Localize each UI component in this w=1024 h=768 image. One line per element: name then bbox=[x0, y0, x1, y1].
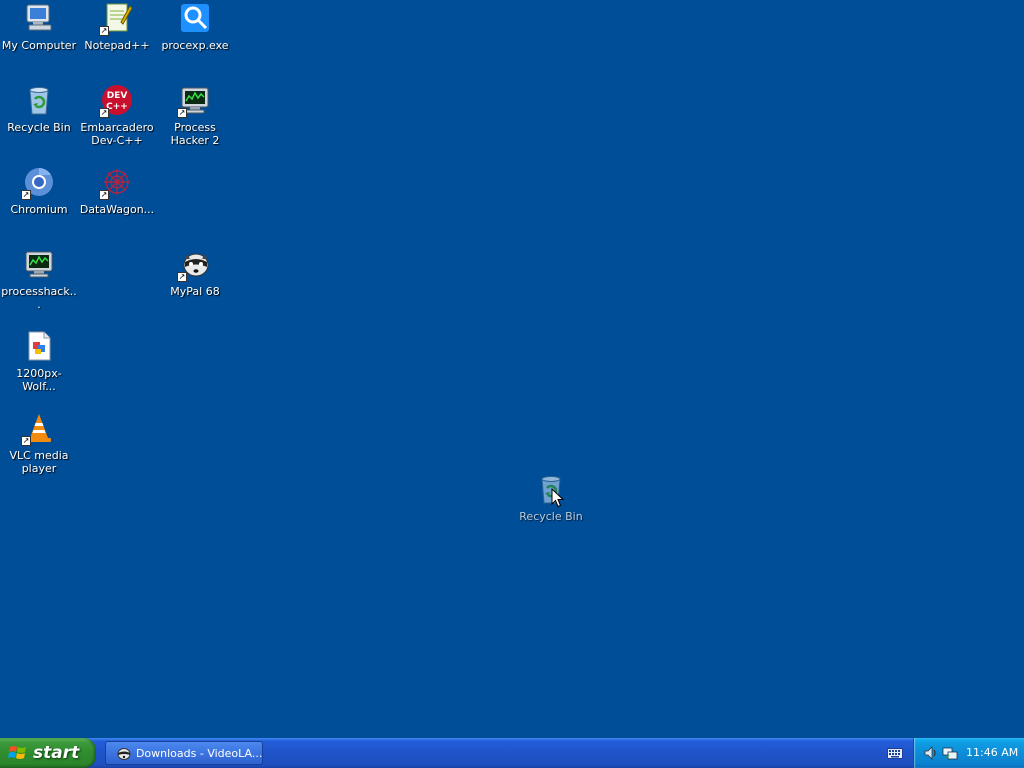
taskbar-button-downloads[interactable]: Downloads - VideoLA... bbox=[105, 741, 263, 765]
icon-label: Chromium bbox=[10, 203, 68, 216]
icon-label: procexp.exe bbox=[161, 39, 229, 52]
icon-label: Recycle Bin bbox=[7, 121, 71, 134]
network-icon[interactable] bbox=[942, 745, 958, 761]
icon-label: Recycle Bin bbox=[519, 510, 583, 523]
vlc-cone-icon: ↗ bbox=[21, 412, 55, 446]
shortcut-arrow-icon: ↗ bbox=[99, 108, 109, 118]
icon-label: 1200px-Wolf... bbox=[16, 367, 62, 393]
desktop-icon-process-hacker-2[interactable]: ↗ Process Hacker 2 bbox=[156, 84, 234, 147]
task-button-label: Downloads - VideoLA... bbox=[135, 746, 262, 760]
desktop-icon-datawagon[interactable]: ↗ DataWagon... bbox=[78, 166, 156, 216]
icon-label: My Computer bbox=[1, 39, 77, 52]
desktop-icon-processhacker-folder[interactable]: processhack... bbox=[0, 248, 78, 311]
clock[interactable]: 11:46 AM bbox=[966, 746, 1018, 759]
start-label: start bbox=[33, 743, 80, 763]
desktop-icon-vlc-media-player[interactable]: ↗ VLC media player bbox=[0, 412, 78, 475]
icon-label: processhack... bbox=[1, 285, 77, 311]
desktop-icon-mypal-68[interactable]: ↗ MyPal 68 bbox=[156, 248, 234, 298]
start-button[interactable]: start bbox=[0, 738, 96, 768]
desktop-icon-dev-cpp[interactable]: DEV C++ ↗ Embarcadero Dev-C++ bbox=[78, 84, 156, 147]
speaker-icon[interactable] bbox=[923, 745, 939, 761]
windows-flag-icon bbox=[8, 746, 26, 759]
shortcut-arrow-icon: ↗ bbox=[177, 272, 187, 282]
desktop-icon-recycle-bin[interactable]: Recycle Bin bbox=[0, 84, 78, 134]
keyboard-icon[interactable] bbox=[887, 746, 903, 760]
icon-label: Notepad++ bbox=[84, 39, 150, 52]
shortcut-arrow-icon: ↗ bbox=[99, 190, 109, 200]
shortcut-arrow-icon: ↗ bbox=[177, 108, 187, 118]
shortcut-arrow-icon: ↗ bbox=[21, 436, 31, 446]
process-hacker-icon bbox=[23, 248, 55, 280]
mypal-icon: ↗ bbox=[177, 248, 211, 282]
datawagon-icon: ↗ bbox=[99, 166, 133, 200]
desktop-icon-my-computer[interactable]: My Computer bbox=[0, 2, 78, 52]
desktop[interactable]: My Computer ↗ Notepad++ procexp.exe Recy… bbox=[0, 0, 1024, 738]
process-explorer-icon bbox=[179, 2, 211, 34]
taskbar: start Downloads - VideoLA... 11:46 AM bbox=[0, 738, 1024, 768]
desktop-icon-chromium[interactable]: ↗ Chromium bbox=[0, 166, 78, 216]
chromium-icon: ↗ bbox=[21, 166, 55, 200]
icon-label: Embarcadero Dev-C++ bbox=[80, 121, 154, 147]
mypal-icon bbox=[117, 748, 131, 760]
icon-label: MyPal 68 bbox=[170, 285, 220, 298]
icon-label: VLC media player bbox=[9, 449, 69, 475]
recycle-bin-icon bbox=[23, 84, 55, 116]
process-hacker-icon: ↗ bbox=[177, 84, 211, 118]
desktop-icon-notepad-plus-plus[interactable]: ↗ Notepad++ bbox=[78, 2, 156, 52]
mouse-cursor-icon bbox=[551, 488, 565, 508]
my-computer-icon bbox=[23, 2, 55, 34]
desktop-icon-image-file[interactable]: 1200px-Wolf... bbox=[0, 330, 78, 393]
image-file-icon bbox=[23, 330, 55, 362]
svg-text:DEV: DEV bbox=[107, 91, 128, 101]
icon-label: Process Hacker 2 bbox=[170, 121, 220, 147]
system-tray: 11:46 AM bbox=[913, 738, 1024, 768]
shortcut-arrow-icon: ↗ bbox=[21, 190, 31, 200]
shortcut-arrow-icon: ↗ bbox=[99, 26, 109, 36]
notepad-plus-plus-icon: ↗ bbox=[99, 2, 133, 36]
dev-cpp-icon: DEV C++ ↗ bbox=[99, 84, 133, 118]
icon-label: DataWagon... bbox=[79, 203, 155, 216]
desktop-icon-procexp[interactable]: procexp.exe bbox=[156, 2, 234, 52]
svg-text:C++: C++ bbox=[106, 102, 128, 112]
